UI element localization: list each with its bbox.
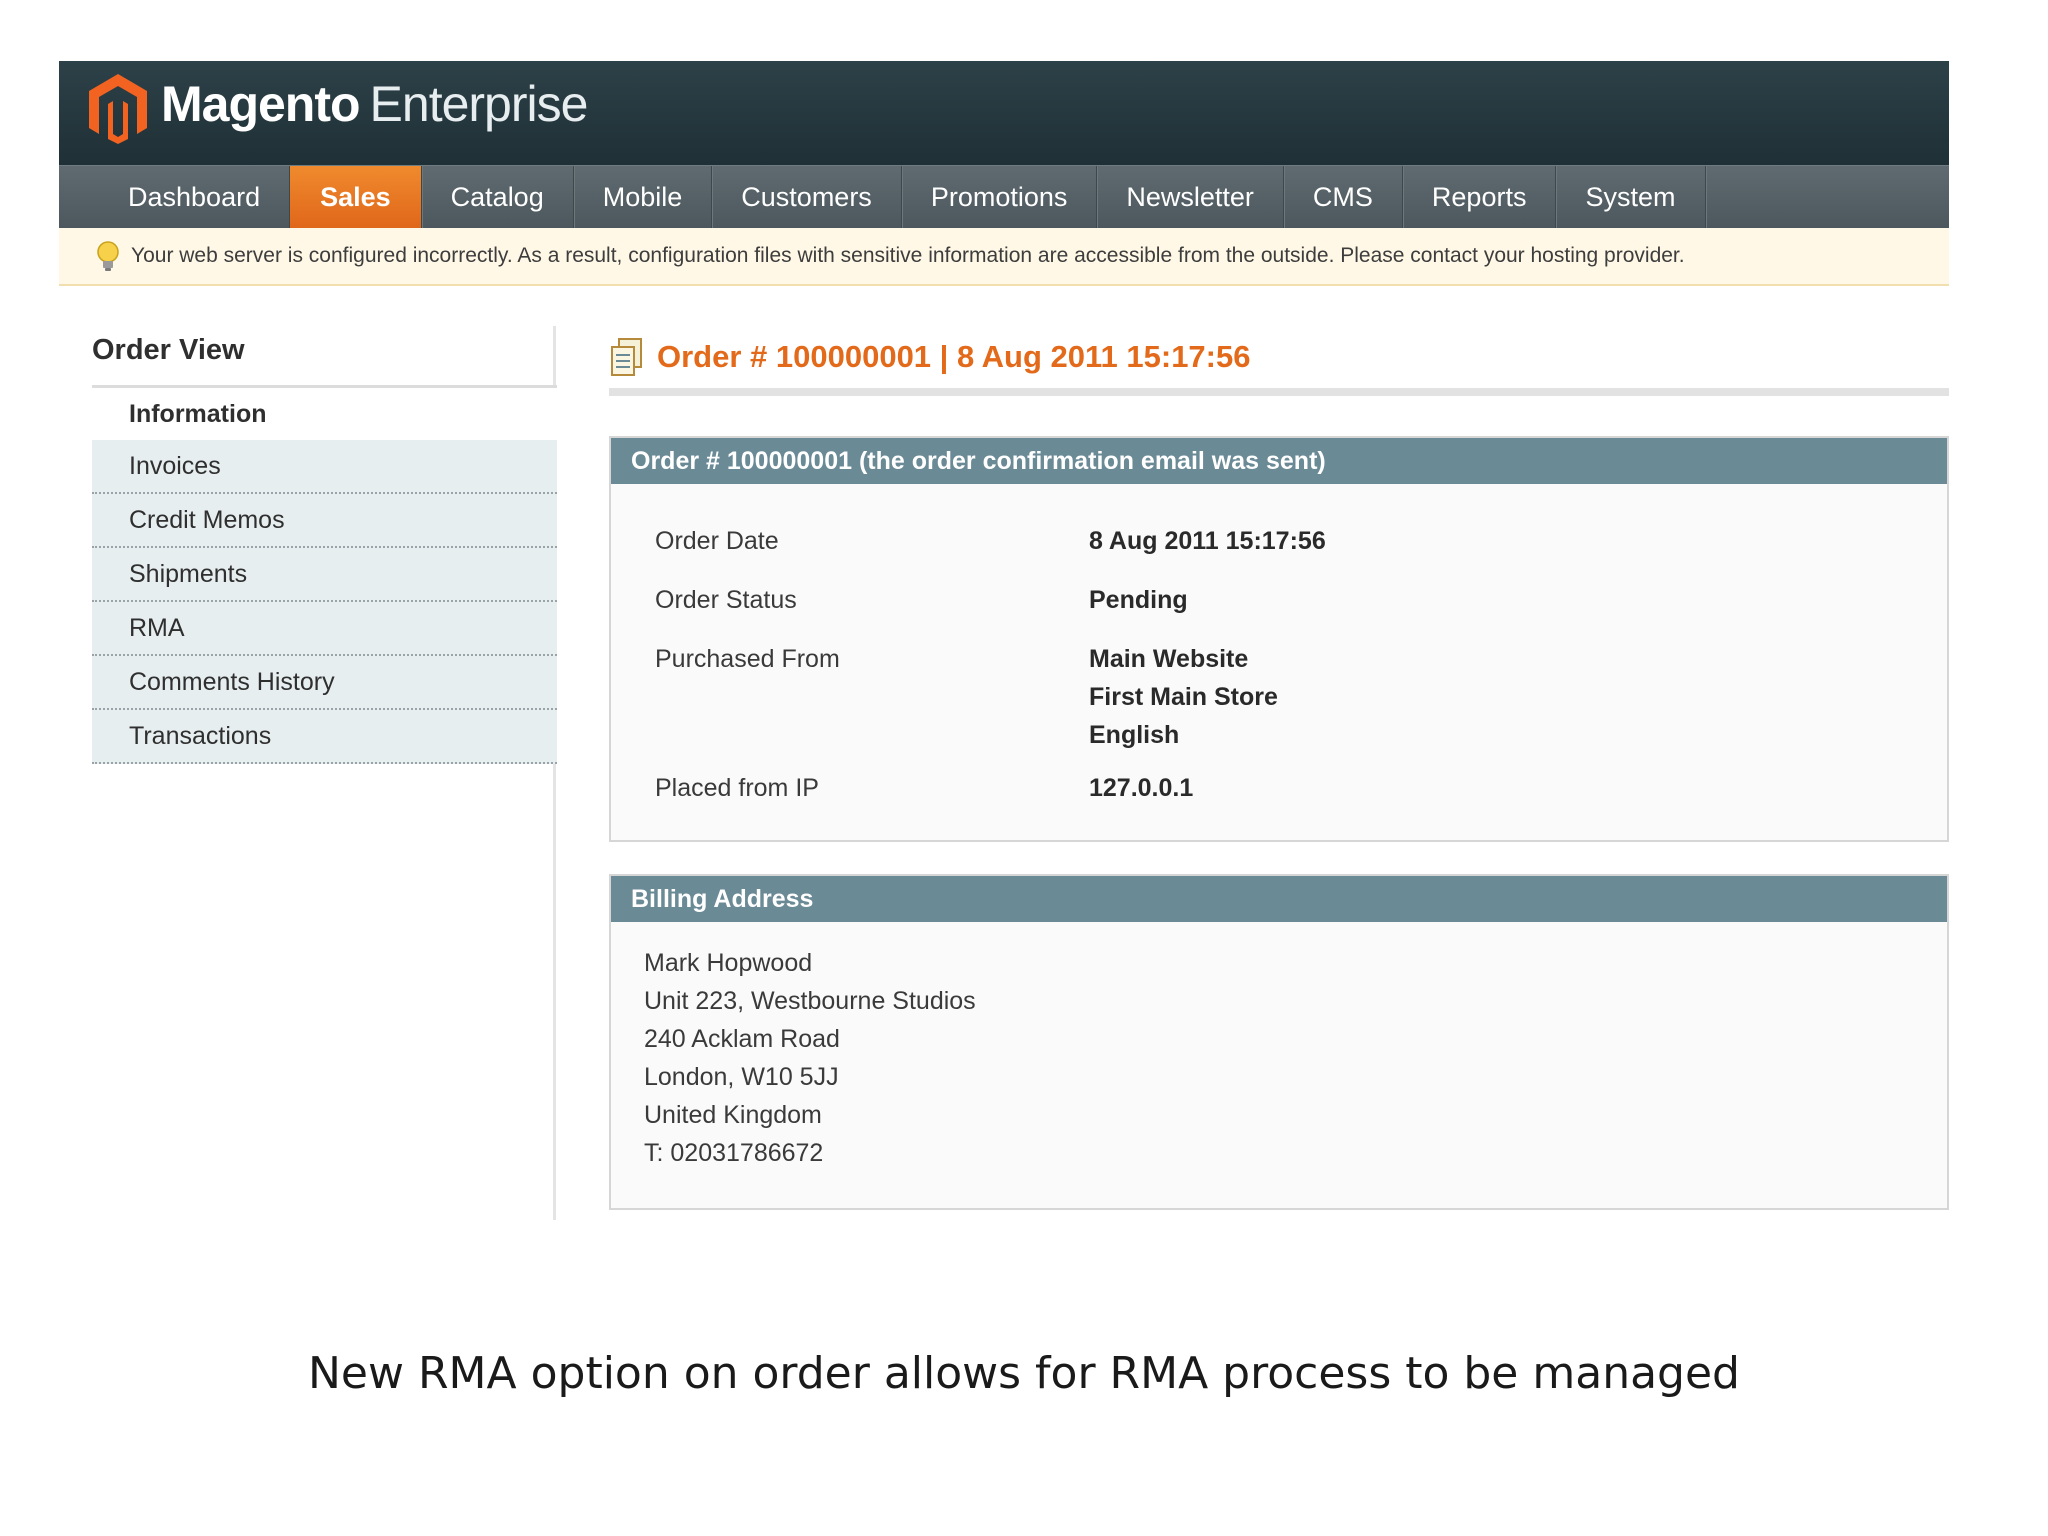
billing-telephone: T: 02031786672 [644, 1139, 824, 1167]
order-box-header: Order # 100000001 (the order confirmatio… [611, 438, 1947, 484]
nav-sales[interactable]: Sales [290, 166, 422, 228]
purchased-from-values: Main Website First Main Store English [1089, 640, 1278, 754]
admin-frame: Magento Enterprise Dashboard Sales Catalo… [59, 61, 1949, 286]
billing-street-1: Unit 223, Westbourne Studios [644, 987, 976, 1015]
config-warning-notice: Your web server is configured incorrectl… [59, 228, 1949, 286]
nav-promotions[interactable]: Promotions [902, 166, 1098, 228]
nav-reports[interactable]: Reports [1403, 166, 1557, 228]
brand-name: Magento Enterprise [161, 75, 589, 133]
sidebar-item-invoices[interactable]: Invoices [92, 440, 557, 494]
billing-name: Mark Hopwood [644, 949, 813, 977]
sidebar-item-shipments[interactable]: Shipments [92, 548, 557, 602]
billing-country: United Kingdom [644, 1101, 822, 1129]
billing-address: Mark Hopwood Unit 223, Westbourne Studio… [611, 922, 1947, 1172]
notice-text: Your web server is configured incorrectl… [131, 244, 1685, 267]
page-title: Order # 100000001 | 8 Aug 2011 15:17:56 [657, 339, 1251, 374]
order-main-content: Order # 100000001 | 8 Aug 2011 15:17:56 … [609, 326, 1949, 1210]
main-nav: Dashboard Sales Catalog Mobile Customers… [59, 165, 1949, 228]
magento-logo-icon [89, 74, 147, 144]
sidebar-title: Order View [92, 322, 557, 388]
purchased-from-label: Purchased From [655, 645, 840, 673]
nav-catalog[interactable]: Catalog [422, 166, 574, 228]
order-status-row: Order Status Pending [611, 581, 1947, 619]
order-date-label: Order Date [655, 527, 779, 555]
sidebar-item-credit-memos[interactable]: Credit Memos [92, 494, 557, 548]
purchased-from-store-view: English [1089, 721, 1180, 749]
brand-bold: Magento [161, 76, 361, 132]
nav-system[interactable]: System [1556, 166, 1706, 228]
order-status-label: Order Status [655, 586, 797, 614]
placed-from-ip-value: 127.0.0.1 [1089, 774, 1194, 802]
nav-cms[interactable]: CMS [1284, 166, 1403, 228]
nav-newsletter[interactable]: Newsletter [1097, 166, 1284, 228]
billing-address-box: Billing Address Mark Hopwood Unit 223, W… [609, 874, 1949, 1210]
placed-from-ip-label: Placed from IP [655, 774, 819, 802]
sidebar-item-transactions[interactable]: Transactions [92, 710, 557, 764]
billing-city-postcode: London, W10 5JJ [644, 1063, 839, 1091]
order-view-sidebar: Order View Information Invoices Credit M… [92, 322, 557, 764]
order-info-box: Order # 100000001 (the order confirmatio… [609, 436, 1949, 842]
order-date-row: Order Date 8 Aug 2011 15:17:56 [611, 522, 1947, 560]
order-document-icon [611, 338, 642, 376]
slide-caption: New RMA option on order allows for RMA p… [308, 1348, 1740, 1399]
purchased-from-store: First Main Store [1089, 683, 1278, 711]
lightbulb-icon [97, 241, 119, 271]
nav-dashboard[interactable]: Dashboard [99, 166, 291, 228]
order-status-value: Pending [1089, 586, 1188, 614]
billing-street-2: 240 Acklam Road [644, 1025, 840, 1053]
sidebar-item-information[interactable]: Information [92, 388, 557, 440]
nav-mobile[interactable]: Mobile [574, 166, 713, 228]
billing-box-header: Billing Address [611, 876, 1947, 922]
purchased-from-website: Main Website [1089, 645, 1249, 673]
admin-header: Magento Enterprise [59, 61, 1949, 165]
placed-from-ip-row: Placed from IP 127.0.0.1 [611, 769, 1947, 807]
brand-light: Enterprise [369, 76, 589, 132]
purchased-from-row: Purchased From Main Website First Main S… [611, 640, 1947, 754]
nav-customers[interactable]: Customers [712, 166, 902, 228]
order-info-table: Order Date 8 Aug 2011 15:17:56 Order Sta… [611, 484, 1947, 807]
sidebar-item-rma[interactable]: RMA [92, 602, 557, 656]
page-header: Order # 100000001 | 8 Aug 2011 15:17:56 [609, 326, 1949, 396]
sidebar-item-comments-history[interactable]: Comments History [92, 656, 557, 710]
order-date-value: 8 Aug 2011 15:17:56 [1089, 527, 1326, 555]
